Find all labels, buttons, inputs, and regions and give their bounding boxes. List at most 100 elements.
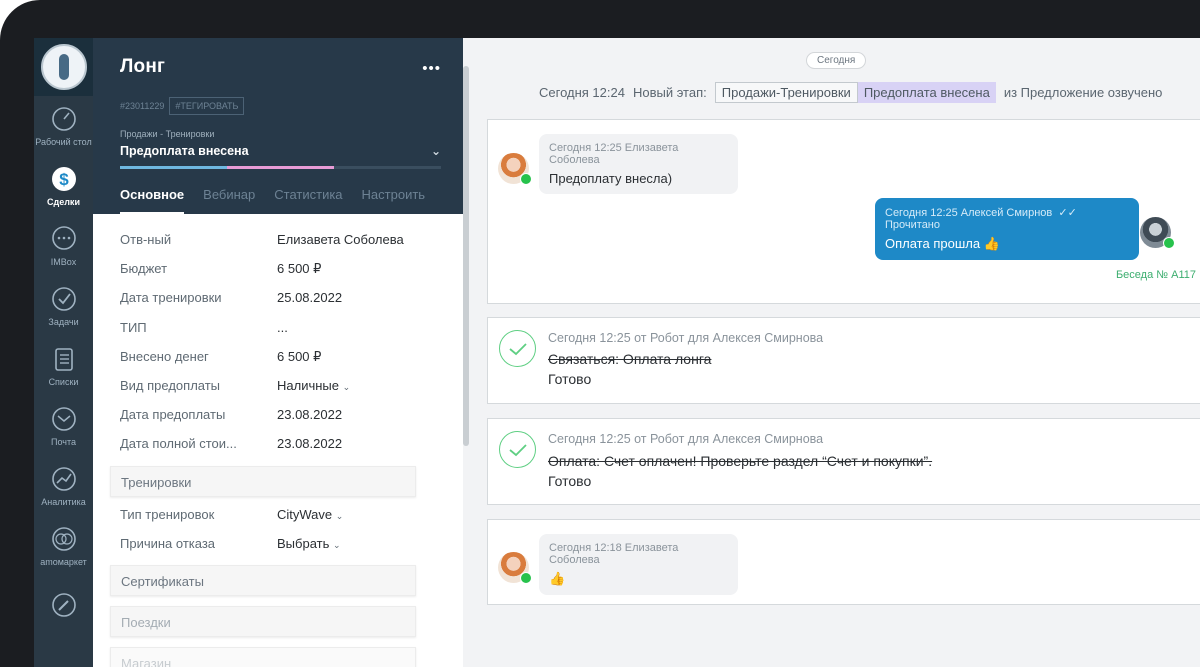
field-row: ТИП ...	[120, 320, 463, 349]
section-trainings[interactable]: Тренировки	[110, 465, 416, 497]
tab-webinar[interactable]: Вебинар	[203, 187, 255, 214]
field-row: Дата полной стои... 23.08.2022	[120, 436, 463, 465]
nav-label: Рабочий стол	[35, 137, 92, 147]
deal-fields: Отв-ный Елизавета Соболева Бюджет 6 500 …	[93, 214, 463, 667]
incoming-message: Сегодня 12:25 Елизавета Соболева Предопл…	[539, 134, 738, 194]
chevron-down-icon: ⌄	[430, 144, 441, 158]
crm-screen: Рабочий стол $ Сделки IMBox Задачи Списк…	[34, 38, 1200, 667]
field-label: Дата предоплаты	[120, 407, 226, 423]
wrench-icon	[51, 592, 76, 617]
nav-market[interactable]: amoмаркет	[34, 516, 93, 576]
chat-card: Сегодня 12:18 Елизавета Соболева 👍	[487, 519, 1200, 605]
message-meta: Сегодня 12:18 Елизавета Соболева	[549, 542, 679, 566]
field-label: Причина отказа	[120, 535, 216, 551]
field-label: Вид предоплаты	[120, 377, 221, 393]
select-value: CityWave	[277, 506, 333, 522]
training-type-select[interactable]: CityWave ⌄	[277, 507, 343, 522]
stage-name: Предоплата внесена	[120, 144, 249, 158]
logo-icon	[40, 44, 87, 90]
tab-statistics[interactable]: Статистика	[274, 187, 342, 214]
company-logo[interactable]	[34, 38, 93, 96]
deal-meta: #23011229 #ТЕГИРОВАТЬ	[120, 97, 441, 115]
event-label: Новый этап:	[632, 85, 707, 100]
field-row: Отв-ный Елизавета Соболева	[120, 232, 463, 261]
nav-dashboard[interactable]: Рабочий стол	[34, 96, 93, 156]
field-value[interactable]: ...	[277, 320, 288, 335]
nav-label: Списки	[48, 377, 79, 387]
task-result: Готово	[548, 473, 592, 489]
task-text: Оплата: Счет оплачен! Проверьте раздел “…	[548, 453, 933, 469]
stage-progress-bar	[120, 166, 441, 169]
field-value[interactable]: 23.08.2022	[277, 407, 342, 422]
chevron-down-icon: ⌄	[342, 381, 351, 392]
nav-tasks[interactable]: Задачи	[34, 276, 93, 336]
nav-mail[interactable]: Почта	[34, 396, 93, 456]
section-certificates[interactable]: Сертификаты	[110, 564, 416, 596]
whatsapp-icon	[520, 173, 532, 185]
field-row: Дата предоплаты 23.08.2022	[120, 407, 463, 436]
message-meta: Сегодня 12:25 Алексей Смирнов ✓✓ Прочита…	[885, 206, 1129, 231]
whatsapp-icon	[1163, 237, 1175, 249]
chevron-down-icon: ⌄	[335, 510, 344, 521]
select-value: Выбрать	[277, 535, 330, 551]
prepayment-type-select[interactable]: Наличные ⌄	[277, 378, 350, 393]
deal-title[interactable]: Лонг	[120, 56, 441, 78]
task-meta: Сегодня 12:25 от Робот для Алексея Смирн…	[548, 432, 824, 446]
nav-lists[interactable]: Списки	[34, 336, 93, 396]
tab-configure[interactable]: Настроить	[362, 187, 426, 214]
check-circle-icon[interactable]	[499, 431, 536, 468]
field-value[interactable]: 6 500 ₽	[277, 261, 321, 277]
nav-label: Сделки	[47, 197, 80, 207]
select-value: Наличные	[277, 377, 339, 393]
field-value[interactable]: 6 500 ₽	[277, 349, 321, 365]
nav-label: Задачи	[48, 317, 79, 327]
deals-dollar-icon: $	[51, 167, 76, 191]
field-value[interactable]: 25.08.2022	[277, 290, 342, 305]
deal-tabs: Основное Вебинар Статистика Настроить	[120, 187, 444, 214]
field-label: Дата тренировки	[120, 290, 222, 306]
svg-text:$: $	[59, 170, 69, 189]
nav-deals[interactable]: $ Сделки	[34, 156, 93, 216]
field-row: Дата тренировки 25.08.2022	[120, 290, 463, 319]
field-value[interactable]: Елизавета Соболева	[277, 232, 404, 247]
mail-icon	[51, 407, 76, 431]
field-row: Тип тренировок CityWave ⌄	[120, 507, 463, 536]
incoming-message: Сегодня 12:18 Елизавета Соболева 👍	[539, 534, 738, 595]
deal-header: Лонг ••• #23011229 #ТЕГИРОВАТЬ Продажи -…	[93, 38, 463, 214]
activity-feed: Сегодня Сегодня 12:24 Новый этап: Продаж…	[469, 38, 1200, 667]
check-circle-icon[interactable]	[499, 330, 536, 367]
message-text: Оплата прошла 👍	[885, 236, 1000, 251]
message-meta: Сегодня 12:25 Елизавета Соболева	[549, 142, 679, 166]
nav-imbox[interactable]: IMBox	[34, 216, 93, 276]
stage-selector[interactable]: Предоплата внесена ⌄	[120, 144, 441, 158]
field-value[interactable]: 23.08.2022	[277, 436, 342, 451]
refusal-reason-select[interactable]: Выбрать ⌄	[277, 536, 341, 551]
chat-card: Сегодня 12:25 Елизавета Соболева Предопл…	[487, 119, 1200, 304]
nav-settings[interactable]	[34, 576, 93, 636]
date-separator: Сегодня	[806, 52, 867, 69]
more-options-button[interactable]: •••	[422, 60, 441, 77]
message-text: Предоплату внесла)	[549, 171, 673, 186]
dashboard-icon	[51, 107, 76, 131]
message-text: 👍	[549, 571, 566, 586]
conversation-link[interactable]: Беседа № А117	[1116, 269, 1196, 281]
message-meta-text: Сегодня 12:25 Алексей Смирнов	[885, 207, 1053, 219]
nav-label: Аналитика	[41, 497, 86, 507]
field-row: Внесено денег 6 500 ₽	[120, 349, 463, 378]
chevron-down-icon: ⌄	[333, 539, 341, 550]
deal-id: #23011229	[120, 101, 165, 111]
field-label: Отв-ный	[120, 232, 172, 247]
field-label: ТИП	[120, 319, 147, 335]
section-trips[interactable]: Поездки	[110, 605, 416, 637]
pipeline-name: Продажи - Тренировки	[120, 129, 215, 139]
nav-analytics[interactable]: Аналитика	[34, 456, 93, 516]
section-shop[interactable]: Магазин	[110, 646, 416, 667]
field-row: Вид предоплаты Наличные ⌄	[120, 378, 463, 407]
deal-card-panel: Лонг ••• #23011229 #ТЕГИРОВАТЬ Продажи -…	[93, 38, 463, 667]
nav-label: Почта	[51, 437, 76, 447]
stage-to-badge: Предоплата внесена	[857, 82, 996, 103]
tab-main[interactable]: Основное	[120, 187, 185, 214]
field-label: Дата полной стои...	[120, 436, 237, 452]
task-card: Сегодня 12:25 от Робот для Алексея Смирн…	[487, 317, 1200, 404]
tag-button[interactable]: #ТЕГИРОВАТЬ	[169, 97, 245, 115]
